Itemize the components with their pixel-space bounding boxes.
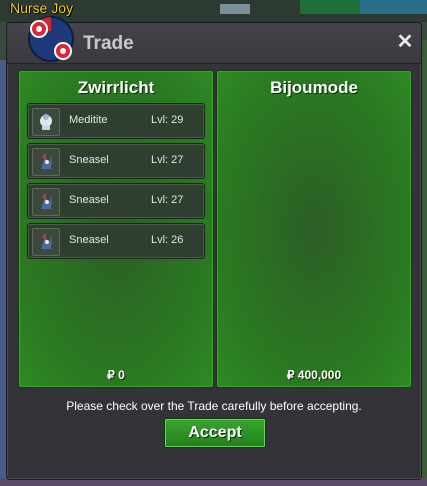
list-item[interactable]: Sneasel Lvl: 26 [27,223,205,259]
list-item[interactable]: Meditite Lvl: 29 [27,103,205,139]
offer-panel-left: Zwirrlicht Meditite Lvl: 29 Sneasel Lvl:… [18,70,214,388]
list-item[interactable]: Sneasel Lvl: 27 [27,143,205,179]
item-name: Meditite [69,114,108,126]
item-name: Sneasel [69,234,109,246]
trader-name-left: Zwirrlicht [77,78,155,97]
trade-window: Trade ✕ Zwirrlicht Meditite Lvl: 29 Snea… [6,16,422,480]
sneasel-sprite-icon [32,228,60,256]
item-level: Lvl: 29 [151,114,184,126]
item-name: Sneasel [69,154,109,166]
accept-button[interactable]: Accept [164,418,266,448]
item-level: Lvl: 27 [151,154,184,166]
pokeball-logo-icon [28,16,74,62]
money-offer-left: ₽ 0 [107,368,125,382]
item-name: Sneasel [69,194,109,206]
offer-panel-right: Bijoumode ₽ 400,000 [216,70,412,388]
window-title: Trade [83,33,134,54]
trade-notice: Please check over the Trade carefully be… [66,399,362,413]
item-level: Lvl: 26 [151,234,184,246]
sneasel-sprite-icon [32,148,60,176]
list-item[interactable]: Sneasel Lvl: 27 [27,183,205,219]
trader-name-right: Bijoumode [270,78,358,97]
close-icon[interactable]: ✕ [395,32,415,52]
item-list-left: Meditite Lvl: 29 Sneasel Lvl: 27 Sneasel… [27,103,205,263]
money-offer-right: ₽ 400,000 [286,368,342,382]
item-level: Lvl: 27 [151,194,184,206]
sneasel-sprite-icon [32,188,60,216]
meditite-sprite-icon [32,108,60,136]
